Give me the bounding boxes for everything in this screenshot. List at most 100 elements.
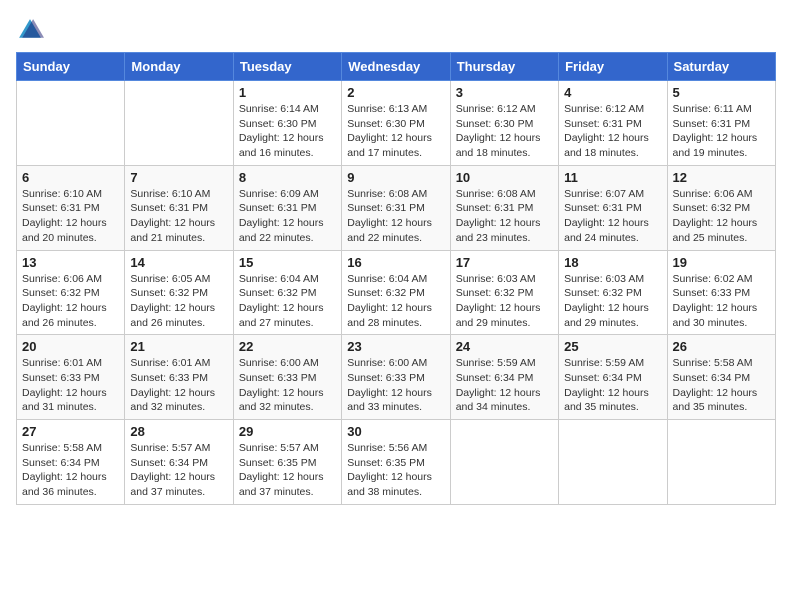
day-number: 12	[673, 170, 770, 185]
calendar-cell	[17, 81, 125, 166]
calendar-header-row: SundayMondayTuesdayWednesdayThursdayFrid…	[17, 53, 776, 81]
day-number: 18	[564, 255, 661, 270]
calendar-cell: 15 Sunrise: 6:04 AM Sunset: 6:32 PM Dayli…	[233, 250, 341, 335]
calendar-cell	[667, 420, 775, 505]
day-info: Sunrise: 6:06 AM Sunset: 6:32 PM Dayligh…	[22, 272, 119, 331]
day-info: Sunrise: 6:00 AM Sunset: 6:33 PM Dayligh…	[347, 356, 444, 415]
calendar-cell: 7 Sunrise: 6:10 AM Sunset: 6:31 PM Daylig…	[125, 165, 233, 250]
day-number: 5	[673, 85, 770, 100]
calendar-cell: 12 Sunrise: 6:06 AM Sunset: 6:32 PM Dayli…	[667, 165, 775, 250]
calendar-cell	[450, 420, 558, 505]
day-info: Sunrise: 6:01 AM Sunset: 6:33 PM Dayligh…	[22, 356, 119, 415]
calendar-cell: 5 Sunrise: 6:11 AM Sunset: 6:31 PM Daylig…	[667, 81, 775, 166]
calendar-cell	[559, 420, 667, 505]
day-info: Sunrise: 5:57 AM Sunset: 6:35 PM Dayligh…	[239, 441, 336, 500]
calendar-cell: 8Sunrise: 6:09 AM Sunset: 6:31 PM Daylig…	[233, 165, 341, 250]
calendar-cell: 2 Sunrise: 6:13 AM Sunset: 6:30 PM Daylig…	[342, 81, 450, 166]
calendar-cell: 29 Sunrise: 5:57 AM Sunset: 6:35 PM Dayli…	[233, 420, 341, 505]
calendar-cell	[125, 81, 233, 166]
day-number: 11	[564, 170, 661, 185]
day-info: Sunrise: 6:04 AM Sunset: 6:32 PM Dayligh…	[347, 272, 444, 331]
day-number: 25	[564, 339, 661, 354]
day-number: 2	[347, 85, 444, 100]
day-info: Sunrise: 6:08 AM Sunset: 6:31 PM Dayligh…	[456, 187, 553, 246]
calendar-cell: 24 Sunrise: 5:59 AM Sunset: 6:34 PM Dayli…	[450, 335, 558, 420]
week-row-3: 13 Sunrise: 6:06 AM Sunset: 6:32 PM Dayli…	[17, 250, 776, 335]
day-number: 26	[673, 339, 770, 354]
day-info: Sunrise: 6:14 AM Sunset: 6:30 PM Dayligh…	[239, 102, 336, 161]
logo	[16, 16, 48, 44]
day-header-thursday: Thursday	[450, 53, 558, 81]
day-info: Sunrise: 6:10 AM Sunset: 6:31 PM Dayligh…	[22, 187, 119, 246]
day-info: Sunrise: 6:13 AM Sunset: 6:30 PM Dayligh…	[347, 102, 444, 161]
day-header-sunday: Sunday	[17, 53, 125, 81]
day-number: 15	[239, 255, 336, 270]
calendar-cell: 25 Sunrise: 5:59 AM Sunset: 6:34 PM Dayli…	[559, 335, 667, 420]
day-info: Sunrise: 6:10 AM Sunset: 6:31 PM Dayligh…	[130, 187, 227, 246]
day-info: Sunrise: 6:06 AM Sunset: 6:32 PM Dayligh…	[673, 187, 770, 246]
calendar-cell: 23 Sunrise: 6:00 AM Sunset: 6:33 PM Dayli…	[342, 335, 450, 420]
week-row-2: 6 Sunrise: 6:10 AM Sunset: 6:31 PM Daylig…	[17, 165, 776, 250]
calendar-cell: 19Sunrise: 6:02 AM Sunset: 6:33 PM Dayli…	[667, 250, 775, 335]
day-number: 13	[22, 255, 119, 270]
calendar-body: 1Sunrise: 6:14 AM Sunset: 6:30 PM Daylig…	[17, 81, 776, 505]
calendar-cell: 30 Sunrise: 5:56 AM Sunset: 6:35 PM Dayli…	[342, 420, 450, 505]
day-number: 6	[22, 170, 119, 185]
day-info: Sunrise: 6:00 AM Sunset: 6:33 PM Dayligh…	[239, 356, 336, 415]
day-number: 3	[456, 85, 553, 100]
week-row-1: 1Sunrise: 6:14 AM Sunset: 6:30 PM Daylig…	[17, 81, 776, 166]
day-info: Sunrise: 6:03 AM Sunset: 6:32 PM Dayligh…	[564, 272, 661, 331]
calendar-cell: 4Sunrise: 6:12 AM Sunset: 6:31 PM Daylig…	[559, 81, 667, 166]
calendar-cell: 18 Sunrise: 6:03 AM Sunset: 6:32 PM Dayli…	[559, 250, 667, 335]
day-number: 9	[347, 170, 444, 185]
day-number: 14	[130, 255, 227, 270]
day-number: 29	[239, 424, 336, 439]
day-number: 20	[22, 339, 119, 354]
calendar-cell: 9 Sunrise: 6:08 AM Sunset: 6:31 PM Daylig…	[342, 165, 450, 250]
day-info: Sunrise: 5:57 AM Sunset: 6:34 PM Dayligh…	[130, 441, 227, 500]
day-header-monday: Monday	[125, 53, 233, 81]
calendar-cell: 28 Sunrise: 5:57 AM Sunset: 6:34 PM Dayli…	[125, 420, 233, 505]
calendar-cell: 10Sunrise: 6:08 AM Sunset: 6:31 PM Dayli…	[450, 165, 558, 250]
day-number: 27	[22, 424, 119, 439]
day-info: Sunrise: 6:02 AM Sunset: 6:33 PM Dayligh…	[673, 272, 770, 331]
week-row-4: 20 Sunrise: 6:01 AM Sunset: 6:33 PM Dayli…	[17, 335, 776, 420]
day-number: 7	[130, 170, 227, 185]
day-header-saturday: Saturday	[667, 53, 775, 81]
day-info: Sunrise: 5:59 AM Sunset: 6:34 PM Dayligh…	[564, 356, 661, 415]
calendar: SundayMondayTuesdayWednesdayThursdayFrid…	[16, 52, 776, 505]
day-number: 16	[347, 255, 444, 270]
day-header-tuesday: Tuesday	[233, 53, 341, 81]
day-info: Sunrise: 6:11 AM Sunset: 6:31 PM Dayligh…	[673, 102, 770, 161]
day-info: Sunrise: 5:59 AM Sunset: 6:34 PM Dayligh…	[456, 356, 553, 415]
day-number: 22	[239, 339, 336, 354]
day-number: 23	[347, 339, 444, 354]
day-header-wednesday: Wednesday	[342, 53, 450, 81]
calendar-cell: 1Sunrise: 6:14 AM Sunset: 6:30 PM Daylig…	[233, 81, 341, 166]
day-number: 21	[130, 339, 227, 354]
day-number: 17	[456, 255, 553, 270]
logo-icon	[16, 16, 44, 44]
calendar-cell: 13 Sunrise: 6:06 AM Sunset: 6:32 PM Dayli…	[17, 250, 125, 335]
day-info: Sunrise: 6:03 AM Sunset: 6:32 PM Dayligh…	[456, 272, 553, 331]
calendar-cell: 21Sunrise: 6:01 AM Sunset: 6:33 PM Dayli…	[125, 335, 233, 420]
calendar-cell: 22 Sunrise: 6:00 AM Sunset: 6:33 PM Dayli…	[233, 335, 341, 420]
day-number: 28	[130, 424, 227, 439]
calendar-cell: 20 Sunrise: 6:01 AM Sunset: 6:33 PM Dayli…	[17, 335, 125, 420]
day-number: 24	[456, 339, 553, 354]
calendar-cell: 26Sunrise: 5:58 AM Sunset: 6:34 PM Dayli…	[667, 335, 775, 420]
calendar-cell: 16 Sunrise: 6:04 AM Sunset: 6:32 PM Dayli…	[342, 250, 450, 335]
calendar-cell: 11Sunrise: 6:07 AM Sunset: 6:31 PM Dayli…	[559, 165, 667, 250]
day-header-friday: Friday	[559, 53, 667, 81]
calendar-cell: 14Sunrise: 6:05 AM Sunset: 6:32 PM Dayli…	[125, 250, 233, 335]
calendar-cell: 27 Sunrise: 5:58 AM Sunset: 6:34 PM Dayli…	[17, 420, 125, 505]
day-number: 30	[347, 424, 444, 439]
day-number: 8	[239, 170, 336, 185]
day-info: Sunrise: 6:12 AM Sunset: 6:31 PM Dayligh…	[564, 102, 661, 161]
day-info: Sunrise: 5:58 AM Sunset: 6:34 PM Dayligh…	[22, 441, 119, 500]
day-info: Sunrise: 6:08 AM Sunset: 6:31 PM Dayligh…	[347, 187, 444, 246]
day-info: Sunrise: 5:56 AM Sunset: 6:35 PM Dayligh…	[347, 441, 444, 500]
day-info: Sunrise: 6:04 AM Sunset: 6:32 PM Dayligh…	[239, 272, 336, 331]
header	[16, 16, 776, 44]
day-info: Sunrise: 6:12 AM Sunset: 6:30 PM Dayligh…	[456, 102, 553, 161]
